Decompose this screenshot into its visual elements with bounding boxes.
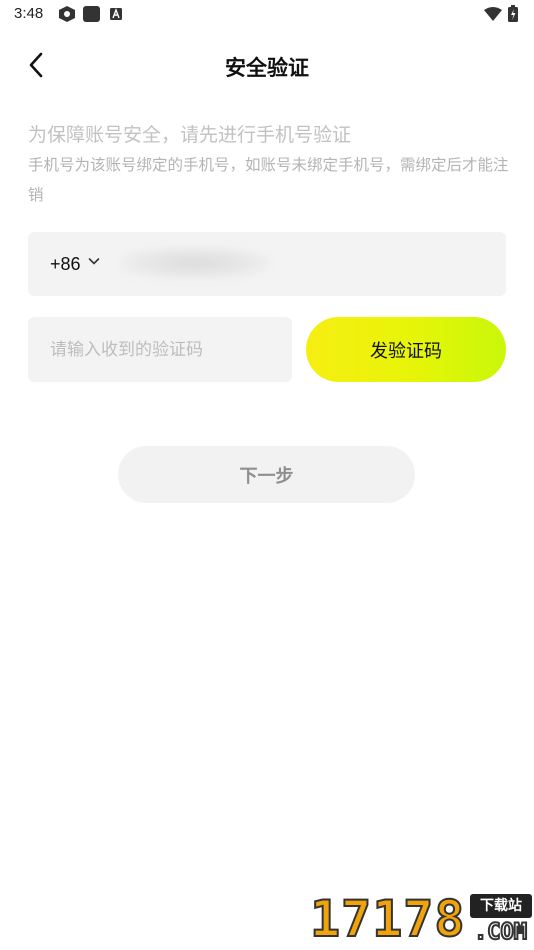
battery-icon: [508, 5, 518, 22]
phone-number-obscured: [120, 246, 270, 280]
chevron-down-icon[interactable]: [88, 256, 100, 266]
description-note: 手机号为该账号绑定的手机号，如账号未绑定手机号，需绑定后才能注销: [28, 156, 509, 204]
status-time: 3:48: [14, 5, 44, 22]
watermark-tag: 下载站: [470, 894, 532, 918]
app-a-icon: [110, 8, 122, 20]
country-code-selector[interactable]: +86: [50, 254, 81, 275]
watermark-number: 17178: [309, 889, 466, 949]
phone-number-field[interactable]: +86: [28, 232, 506, 296]
verification-code-field[interactable]: [28, 317, 292, 382]
watermark-domain: .COM: [473, 919, 528, 946]
wifi-icon: [484, 7, 502, 21]
next-step-button[interactable]: 下一步: [118, 446, 415, 503]
app-shield-icon: [59, 6, 75, 22]
watermark-logo: 17178 下载站 .COM: [309, 889, 532, 949]
app-square-icon: [83, 6, 100, 22]
status-bar: 3:48: [0, 0, 534, 28]
header: 安全验证: [0, 40, 534, 92]
page-title: 安全验证: [225, 56, 309, 80]
description-main: 为保障账号安全，请先进行手机号验证: [28, 124, 352, 146]
send-code-button[interactable]: 发验证码: [306, 317, 506, 382]
verification-code-input[interactable]: [28, 317, 292, 382]
